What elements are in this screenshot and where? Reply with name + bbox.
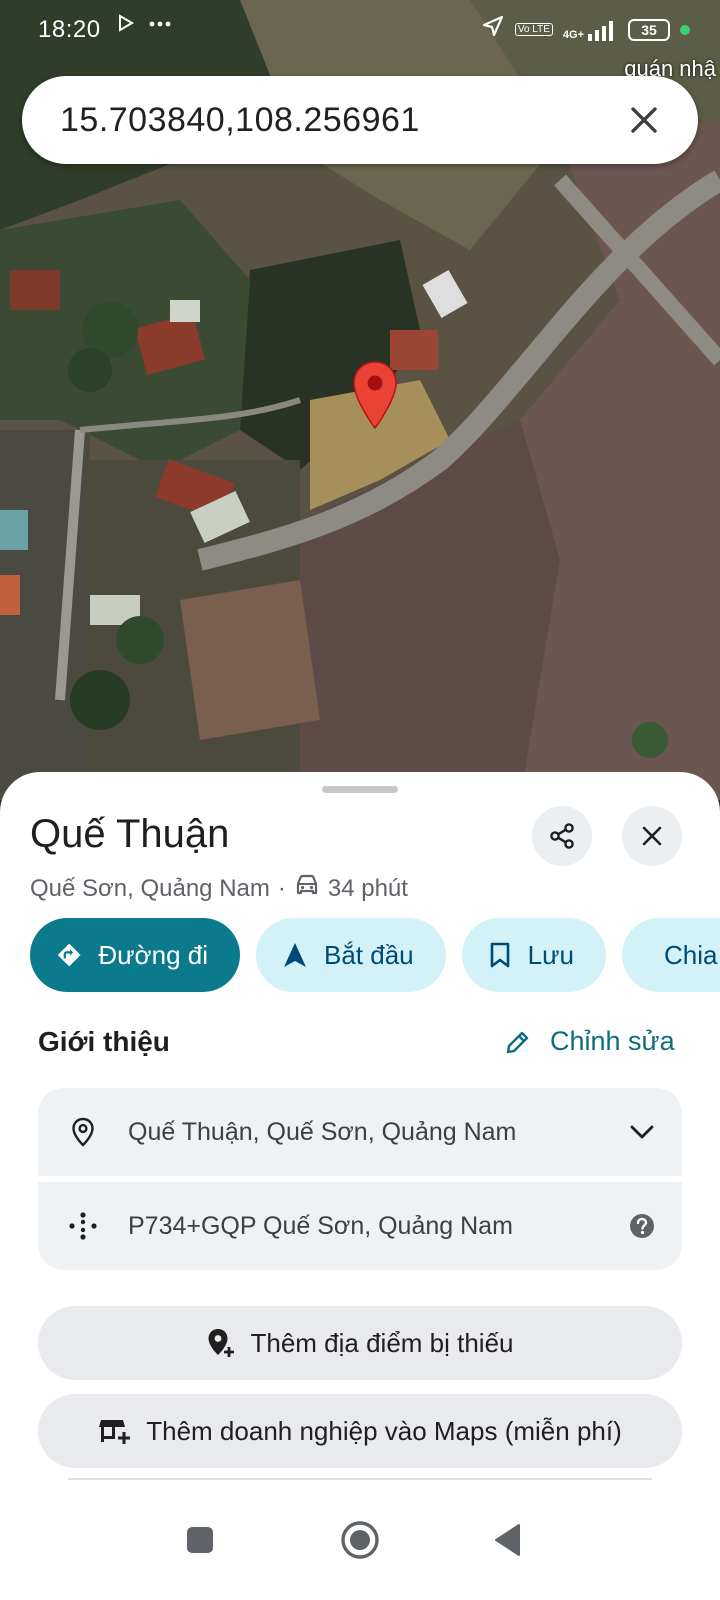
battery-icon: 35 <box>628 18 670 41</box>
search-bar[interactable]: 15.703840,108.256961 <box>22 76 698 164</box>
add-missing-place-label: Thêm địa điểm bị thiếu <box>250 1327 514 1358</box>
status-time: 18:20 <box>38 16 101 43</box>
square-icon <box>187 1527 213 1553</box>
place-bottom-sheet[interactable]: Quế Thuận Quế Sơn, Quảng Nam · 34 phút Đ… <box>0 772 720 1600</box>
place-title: Quế Thuận <box>30 812 230 856</box>
location-pin-icon[interactable] <box>352 360 398 435</box>
privacy-indicator-icon <box>680 24 690 35</box>
volte-icon: Vo LTE <box>514 23 553 36</box>
close-sheet-button[interactable] <box>622 806 682 866</box>
notification-icons <box>118 14 172 38</box>
start-label: Bắt đầu <box>324 939 414 970</box>
add-business-label: Thêm doanh nghiệp vào Maps (miễn phí) <box>146 1415 622 1446</box>
status-right: Vo LTE 4G+ 35 <box>481 14 690 45</box>
home-button[interactable] <box>330 1510 390 1570</box>
about-section-title: Giới thiệu <box>38 1026 170 1057</box>
directions-label: Đường đi <box>98 939 208 970</box>
save-button[interactable]: Lưu <box>461 918 606 992</box>
network-type-label: 4G+ <box>562 28 584 41</box>
recent-apps-button[interactable] <box>170 1510 230 1570</box>
navigation-arrow-icon <box>284 943 306 967</box>
bookmark-icon <box>490 942 509 968</box>
drive-time: 34 phút <box>327 874 408 902</box>
edit-label: Chỉnh sửa <box>550 1026 675 1056</box>
add-missing-place-button[interactable]: Thêm địa điểm bị thiếu <box>38 1306 682 1380</box>
back-triangle-icon <box>495 1524 520 1556</box>
address-text: Quế Thuận, Quế Sơn, Quảng Nam <box>128 1117 517 1146</box>
help-icon[interactable] <box>602 1212 682 1240</box>
add-business-button[interactable]: Thêm doanh nghiệp vào Maps (miễn phí) <box>38 1394 682 1468</box>
signal-icon: 4G+ <box>563 19 618 41</box>
close-icon <box>642 826 662 846</box>
share-button[interactable] <box>532 806 592 866</box>
action-chips: Đường đi Bắt đầu Lưu Chia sẻ <box>30 918 720 992</box>
home-circle-icon <box>341 1521 379 1559</box>
pencil-icon <box>506 1031 529 1053</box>
location-arrow-icon <box>481 14 505 45</box>
separator-dot: · <box>277 874 286 902</box>
chevron-down-icon[interactable] <box>602 1124 682 1140</box>
directions-icon <box>57 943 81 967</box>
status-bar: 18:20 Vo LTE 4G+ 35 <box>0 0 720 60</box>
drag-handle[interactable] <box>322 786 398 793</box>
share-icon <box>550 823 574 849</box>
address-row[interactable]: Quế Thuận, Quế Sơn, Quảng Nam <box>38 1088 682 1176</box>
more-icon <box>148 14 172 38</box>
place-subtitle: Quế Sơn, Quảng Nam · 34 phút <box>30 874 408 903</box>
share-chip-button[interactable]: Chia sẻ <box>621 918 720 992</box>
play-icon <box>118 14 134 38</box>
plus-code-row[interactable]: P734+GQP Quế Sơn, Quảng Nam <box>38 1182 682 1270</box>
system-nav-bar <box>0 1488 720 1600</box>
edit-button[interactable]: Chỉnh sửa <box>504 1026 675 1057</box>
plus-code-icon <box>38 1211 128 1241</box>
close-icon[interactable] <box>614 90 674 150</box>
car-icon <box>294 874 320 903</box>
divider <box>68 1478 652 1480</box>
location-pin-outline-icon <box>38 1117 128 1147</box>
save-label: Lưu <box>527 939 574 970</box>
directions-button[interactable]: Đường đi <box>30 918 240 992</box>
share-label: Chia sẻ <box>663 939 720 970</box>
start-button[interactable]: Bắt đầu <box>256 918 446 992</box>
add-location-icon <box>208 1329 235 1357</box>
back-button[interactable] <box>478 1510 538 1570</box>
place-region: Quế Sơn, Quảng Nam <box>30 874 270 902</box>
search-query-text[interactable]: 15.703840,108.256961 <box>60 101 614 140</box>
add-business-icon <box>99 1420 131 1444</box>
plus-code-text: P734+GQP Quế Sơn, Quảng Nam <box>128 1211 513 1240</box>
